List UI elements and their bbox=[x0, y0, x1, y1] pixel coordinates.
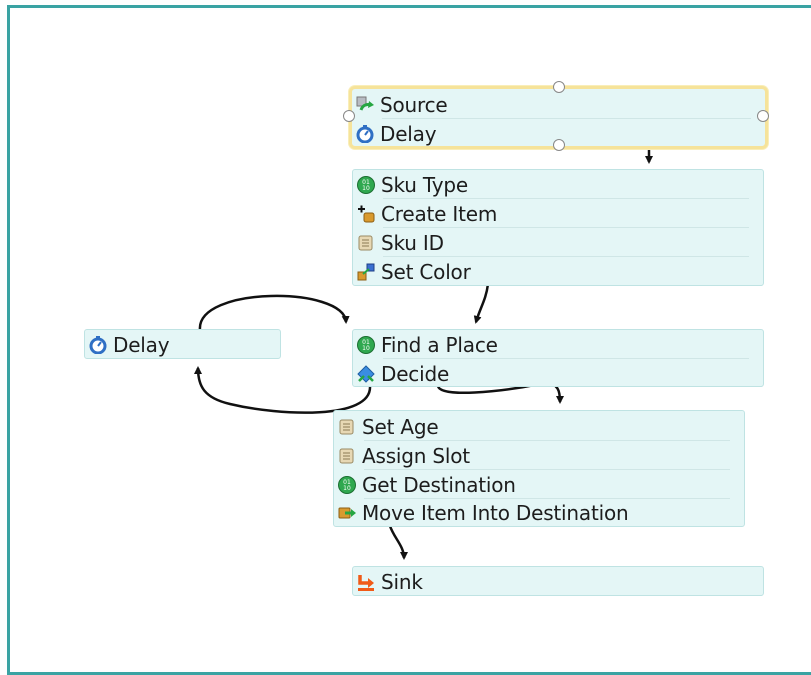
source-icon bbox=[356, 96, 374, 114]
activity-row-source[interactable]: Source bbox=[352, 90, 765, 119]
source-block[interactable]: Source Delay bbox=[343, 81, 769, 151]
script-icon bbox=[338, 418, 356, 436]
move-item-block[interactable]: Set Age Assign Slot 01 10 Get Destination… bbox=[333, 410, 745, 527]
script-icon bbox=[357, 234, 375, 252]
svg-text:10: 10 bbox=[343, 485, 351, 492]
process-flow-canvas[interactable]: Source Delay 0110 Sku Type Create Item bbox=[0, 0, 811, 675]
resize-handle-left[interactable] bbox=[343, 110, 355, 122]
resize-handle-bottom[interactable] bbox=[553, 139, 565, 151]
activity-row-set-age[interactable]: Set Age bbox=[334, 412, 744, 441]
create-item-icon bbox=[357, 205, 375, 223]
activity-row-get-destination[interactable]: 01 10 Get Destination bbox=[334, 470, 744, 499]
move-item-icon bbox=[338, 504, 356, 522]
svg-text:10: 10 bbox=[362, 185, 370, 192]
sink-block[interactable]: Sink bbox=[352, 566, 764, 596]
set-color-icon bbox=[357, 263, 375, 281]
sink-icon bbox=[357, 573, 375, 591]
sku-type-icon: 01 10 bbox=[357, 335, 375, 354]
delay-icon bbox=[89, 335, 107, 354]
create-item-block[interactable]: 01 10 Sku Type Create Item Sku ID Set Col… bbox=[352, 169, 764, 286]
side-delay-block[interactable]: Delay bbox=[84, 329, 281, 359]
activity-row-move-item-into-destination[interactable]: Move Item Into Destination bbox=[334, 498, 744, 527]
activity-row-sku-type[interactable]: 01 10 Sku Type bbox=[353, 170, 763, 199]
activity-row-assign-slot[interactable]: Assign Slot bbox=[334, 441, 744, 470]
sku-type-icon: 01 10 bbox=[338, 475, 356, 494]
activity-row-decide[interactable]: Decide bbox=[353, 359, 763, 388]
find-place-block[interactable]: 01 10 Find a Place Decide bbox=[352, 329, 764, 387]
activity-row-delay[interactable]: Delay bbox=[85, 330, 280, 359]
delay-icon bbox=[356, 124, 374, 143]
activity-row-find-a-place[interactable]: 01 10 Find a Place bbox=[353, 330, 763, 359]
activity-row-create-item[interactable]: Create Item bbox=[353, 199, 763, 228]
activity-row-sku-id[interactable]: Sku ID bbox=[353, 228, 763, 257]
activity-row-set-color[interactable]: Set Color bbox=[353, 257, 763, 286]
decide-icon bbox=[357, 364, 375, 383]
sku-type-icon: 01 10 bbox=[357, 175, 375, 194]
svg-text:10: 10 bbox=[362, 345, 370, 352]
activity-row-sink[interactable]: Sink bbox=[353, 567, 763, 596]
script-icon bbox=[338, 447, 356, 465]
resize-handle-right[interactable] bbox=[757, 110, 769, 122]
resize-handle-top[interactable] bbox=[553, 81, 565, 93]
